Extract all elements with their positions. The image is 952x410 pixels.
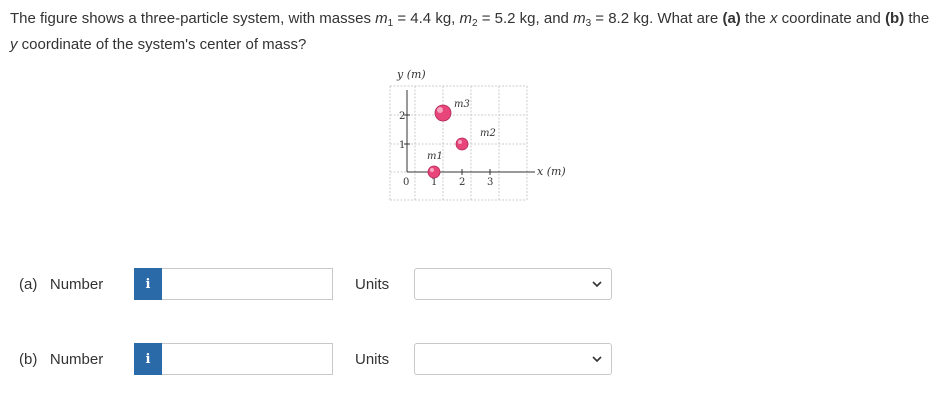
y-tick-label: 1 bbox=[399, 140, 405, 151]
y-tick-label: 2 bbox=[399, 111, 405, 122]
answer-row-a: (a) Number i Units bbox=[0, 266, 952, 306]
number-input-a[interactable] bbox=[162, 268, 333, 300]
particle-m3: m3 bbox=[434, 99, 470, 122]
units-label-a: Units bbox=[355, 276, 390, 293]
x-tick-label: 1 bbox=[431, 177, 437, 188]
particle-label: m1 bbox=[427, 151, 443, 162]
particle-m2: m2 bbox=[455, 128, 496, 151]
chevron-down-icon bbox=[592, 356, 602, 363]
units-select-a[interactable] bbox=[414, 268, 612, 300]
x-tick-label: 2 bbox=[459, 177, 465, 188]
units-select-b[interactable] bbox=[414, 343, 612, 375]
particle-label: m2 bbox=[480, 128, 496, 139]
coordinate-grid-diagram: y (m) x (m) 0 1 2 3 1 2 m1 m2 m3 bbox=[389, 68, 566, 201]
particle-label: m3 bbox=[454, 99, 470, 110]
answer-label-a: (a) Number bbox=[19, 276, 104, 293]
x-axis-label: x (m) bbox=[537, 165, 566, 178]
question-text: The figure shows a three-particle system… bbox=[10, 10, 930, 53]
answer-label-b: (b) Number bbox=[19, 351, 104, 368]
particle-system-figure: y (m) x (m) 0 1 2 3 1 2 m1 m2 m3 bbox=[370, 60, 590, 210]
number-input-b[interactable] bbox=[162, 343, 333, 375]
y-axis-label: y (m) bbox=[396, 68, 426, 81]
info-icon[interactable]: i bbox=[134, 268, 162, 300]
units-label-b: Units bbox=[355, 351, 390, 368]
x-tick-label: 3 bbox=[487, 177, 493, 188]
answer-row-b: (b) Number i Units bbox=[0, 341, 952, 381]
particle-m1: m1 bbox=[427, 151, 443, 179]
x-tick-label: 0 bbox=[403, 177, 409, 188]
info-icon[interactable]: i bbox=[134, 343, 162, 375]
chevron-down-icon bbox=[592, 281, 602, 288]
